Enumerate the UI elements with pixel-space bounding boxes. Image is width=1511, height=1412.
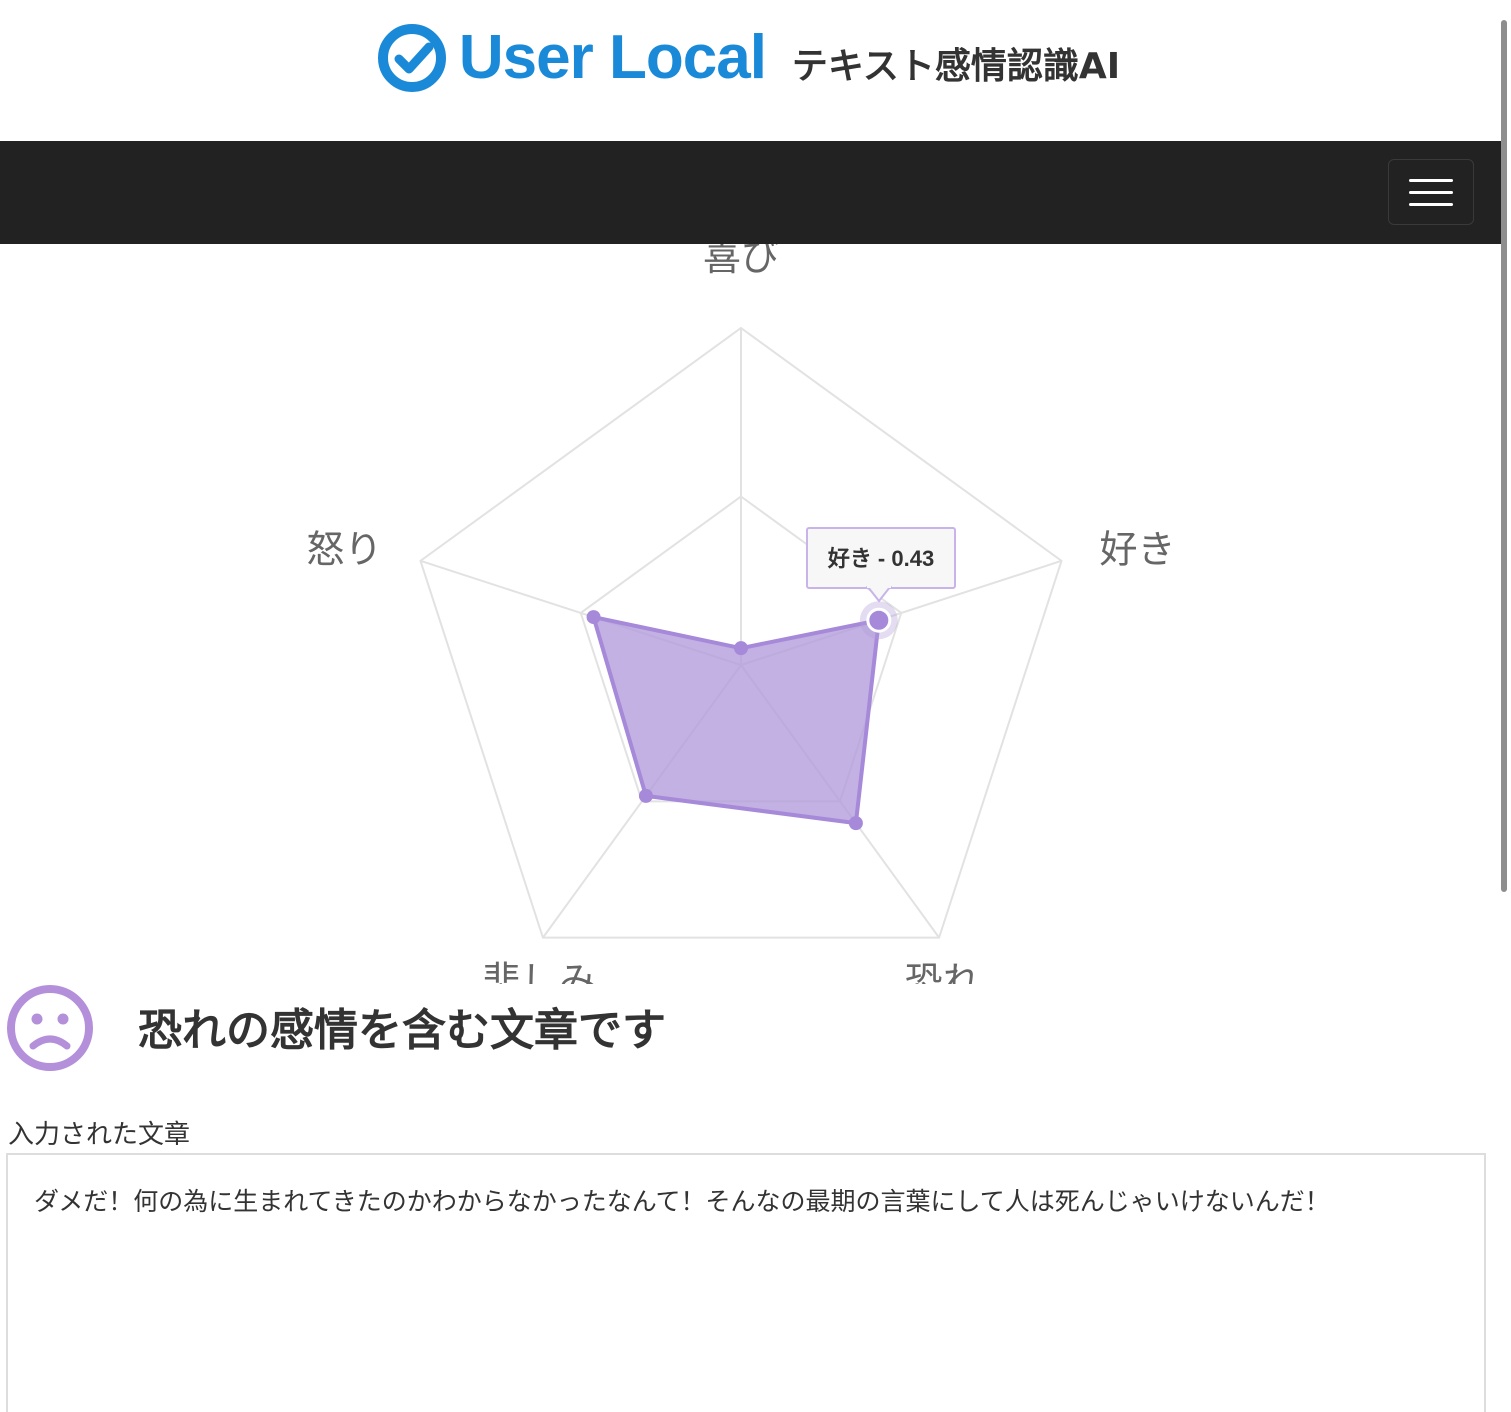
page: User Local テキスト感情認識AI 喜び好き恐れ 悲しみ 怒り 好き - 0… [0, 0, 1511, 1412]
data-point [848, 816, 863, 831]
tooltip-arrow [865, 586, 893, 603]
emotion-radar-chart: 喜び好き恐れ 悲しみ 怒り 好き - 0.43 [306, 244, 1176, 984]
radar-grid [419, 326, 1063, 939]
scrollbar[interactable] [1501, 20, 1507, 892]
result-summary: 恐れの感情を含む文章です [6, 984, 666, 1072]
axis-label: 恐れ [905, 959, 981, 984]
chart-tooltip: 好き - 0.43 [806, 527, 956, 603]
axis-label: 悲しみ [482, 959, 596, 984]
data-point [638, 788, 653, 803]
tooltip-text: 好き - 0.43 [827, 546, 934, 571]
tooltip-arrow-cover [867, 584, 891, 588]
site-header: User Local テキスト感情認識AI [0, 0, 1497, 141]
data-point [866, 607, 892, 633]
result-text: 恐れの感情を含む文章です [138, 1005, 666, 1056]
logo-brand-text: User Local [458, 23, 767, 92]
axis-label: 喜び [703, 244, 779, 279]
axis-label: 好き [1100, 528, 1176, 572]
hamburger-menu-icon [1409, 178, 1453, 182]
logo[interactable]: User Local テキスト感情認識AI [377, 22, 1120, 93]
menu-toggle-button[interactable] [1388, 159, 1474, 225]
hamburger-menu-icon [1409, 202, 1453, 206]
input-label: 入力された文章 [8, 1120, 191, 1150]
sad-face-icon [7, 985, 93, 1071]
navbar [0, 141, 1506, 244]
radar-series [586, 601, 898, 831]
hamburger-menu-icon [1409, 190, 1453, 194]
axis-label: 怒り [306, 528, 382, 572]
logo-product-text: テキスト感情認識AI [791, 45, 1121, 87]
user-local-logo-icon [377, 23, 446, 92]
data-point [734, 641, 748, 656]
input-text-area[interactable]: ダメだ！何の為に生まれてきたのかわからなかったなんて！そんなの最期の言葉にして人… [6, 1153, 1486, 1412]
data-point [586, 610, 601, 625]
